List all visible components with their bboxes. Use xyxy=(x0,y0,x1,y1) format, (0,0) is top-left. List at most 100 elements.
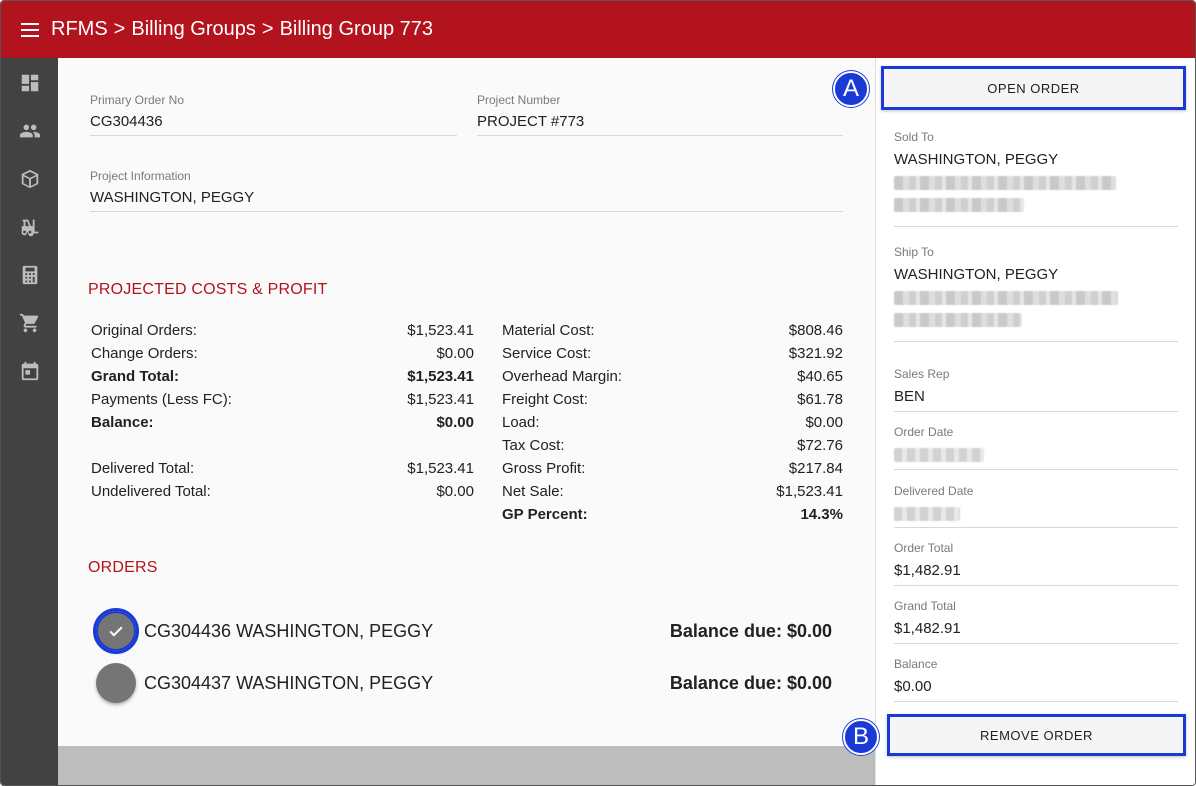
cost-label: Material Cost: xyxy=(502,322,595,339)
redacted-address-line xyxy=(894,291,1118,305)
cost-label: Change Orders: xyxy=(91,345,198,362)
cost-row: GP Percent: 14.3% xyxy=(502,503,843,526)
cost-row: Freight Cost: $61.78 xyxy=(502,388,843,411)
field-label: Balance xyxy=(894,657,938,671)
check-icon xyxy=(109,626,123,637)
field-value: WASHINGTON, PEGGY xyxy=(90,189,255,206)
annotation-badge-b: B xyxy=(843,719,879,755)
cost-value: $1,523.41 xyxy=(407,391,474,408)
menu-icon[interactable] xyxy=(21,22,41,37)
order-name: CG304436 WASHINGTON, PEGGY xyxy=(144,620,434,641)
cost-row: Tax Cost: $72.76 xyxy=(502,434,843,457)
redacted-address-line xyxy=(894,176,1116,190)
breadcrumb-separator: > xyxy=(113,18,126,40)
remove-order-button[interactable]: REMOVE ORDER xyxy=(887,714,1186,756)
nav-item-products[interactable] xyxy=(1,155,58,203)
project-number-field[interactable]: Project Number PROJECT #773 xyxy=(477,93,843,136)
cost-label: Tax Cost: xyxy=(502,437,565,454)
cost-label: Balance: xyxy=(91,414,154,431)
nav-item-cart[interactable] xyxy=(1,299,58,347)
redacted-address-line xyxy=(894,198,1024,212)
cost-row: Change Orders: $0.00 xyxy=(91,342,474,365)
cost-row: Overhead Margin: $40.65 xyxy=(502,365,843,388)
order-select-toggle[interactable] xyxy=(93,608,139,654)
field-label: Project Number xyxy=(477,93,561,107)
grand-total-field: Grand Total $1,482.91 xyxy=(894,599,1178,644)
sales-rep-field: Sales Rep BEN xyxy=(894,367,1178,412)
balance-field: Balance $0.00 xyxy=(894,657,1178,702)
field-value: WASHINGTON, PEGGY xyxy=(894,151,1059,168)
cost-label: Load: xyxy=(502,414,540,431)
field-label: Order Total xyxy=(894,541,954,555)
order-list-item[interactable]: CG304437 WASHINGTON, PEGGY Balance due: $… xyxy=(96,661,832,705)
nav-item-calendar[interactable] xyxy=(1,347,58,395)
cost-label: Overhead Margin: xyxy=(502,368,623,385)
field-label: Primary Order No xyxy=(90,93,185,107)
field-label: Project Information xyxy=(90,169,191,183)
cost-row: Payments (Less FC): $1,523.41 xyxy=(91,388,474,411)
cost-label: Original Orders: xyxy=(91,322,197,339)
cost-label: GP Percent: xyxy=(502,506,588,523)
cost-value: $61.78 xyxy=(797,391,843,408)
open-order-button[interactable]: OPEN ORDER xyxy=(881,66,1186,110)
cost-row: Net Sale: $1,523.41 xyxy=(502,480,843,503)
field-value: WASHINGTON, PEGGY xyxy=(894,266,1059,283)
nav-item-calculator[interactable] xyxy=(1,251,58,299)
cost-value: $0.00 xyxy=(436,414,474,431)
app-bar: RFMS > Billing Groups > Billing Group 77… xyxy=(1,1,1195,58)
project-information-field[interactable]: Project Information WASHINGTON, PEGGY xyxy=(90,169,843,212)
cost-row: Delivered Total: $1,523.41 xyxy=(91,457,474,480)
field-label: Grand Total xyxy=(894,599,956,613)
cost-label: Freight Cost: xyxy=(502,391,588,408)
cost-label: Net Sale: xyxy=(502,483,564,500)
field-label: Delivered Date xyxy=(894,484,974,498)
main-footer-bar xyxy=(58,746,875,785)
order-select-toggle[interactable] xyxy=(96,663,136,703)
cost-value: $1,523.41 xyxy=(776,483,843,500)
dashboard-icon xyxy=(21,74,38,92)
field-label: Sales Rep xyxy=(894,367,950,381)
costs-right-table: Material Cost: $808.46 Service Cost: $321.9… xyxy=(502,319,843,526)
order-balance-due: Balance due: $0.00 xyxy=(669,672,832,693)
cost-row: Balance: $0.00 xyxy=(91,411,474,434)
redacted-date xyxy=(894,507,960,521)
cost-value: $321.92 xyxy=(788,345,843,362)
billing-group-details: Primary Order No CG304436 Project Number… xyxy=(58,58,875,746)
cost-label: Grand Total: xyxy=(91,368,180,385)
redacted-address-line xyxy=(894,313,1022,327)
breadcrumb-billing-groups[interactable]: Billing Groups xyxy=(131,18,256,41)
costs-left-table: Original Orders: $1,523.41 Change Orders: $… xyxy=(91,319,474,503)
order-list-item[interactable]: CG304436 WASHINGTON, PEGGY Balance due: $… xyxy=(93,608,832,654)
projected-costs-title: PROJECTED COSTS & PROFIT xyxy=(88,281,328,298)
cost-label: Delivered Total: xyxy=(91,460,195,477)
primary-order-no-field[interactable]: Primary Order No CG304436 xyxy=(90,93,457,136)
nav-rail xyxy=(1,58,58,785)
cost-row: Undelivered Total: $0.00 xyxy=(91,480,474,503)
breadcrumb-root[interactable]: RFMS xyxy=(51,18,108,41)
cost-value: $40.65 xyxy=(797,368,843,385)
package-icon xyxy=(21,169,38,189)
ship-to-field: Ship To WASHINGTON, PEGGY xyxy=(894,245,1178,342)
cost-value: $217.84 xyxy=(788,460,843,477)
breadcrumb-current: Billing Group 773 xyxy=(279,18,433,40)
orders-title: ORDERS xyxy=(88,559,158,576)
nav-item-dashboard[interactable] xyxy=(1,59,58,107)
cost-row: Grand Total: $1,523.41 xyxy=(91,365,474,388)
order-name: CG304437 WASHINGTON, PEGGY xyxy=(144,672,434,693)
annotation-badge-a: A xyxy=(833,71,869,107)
redacted-date xyxy=(894,448,984,462)
cost-value: $0.00 xyxy=(436,345,474,362)
field-value: CG304436 xyxy=(90,113,163,130)
nav-item-warehouse[interactable] xyxy=(1,203,58,251)
order-total-field: Order Total $1,482.91 xyxy=(894,541,1178,586)
field-label: Ship To xyxy=(894,245,934,259)
field-value: PROJECT #773 xyxy=(477,113,585,130)
cost-label: Undelivered Total: xyxy=(91,483,211,500)
cost-value: 14.3% xyxy=(800,506,843,523)
cost-value: $808.46 xyxy=(788,322,843,339)
cost-value: $0.00 xyxy=(436,483,474,500)
nav-item-people[interactable] xyxy=(1,107,58,155)
field-value: BEN xyxy=(894,388,925,405)
cost-value: $1,523.41 xyxy=(407,322,474,339)
order-detail-panel: OPEN ORDER Sold To WASHINGTON, PEGGY Shi… xyxy=(875,58,1195,785)
